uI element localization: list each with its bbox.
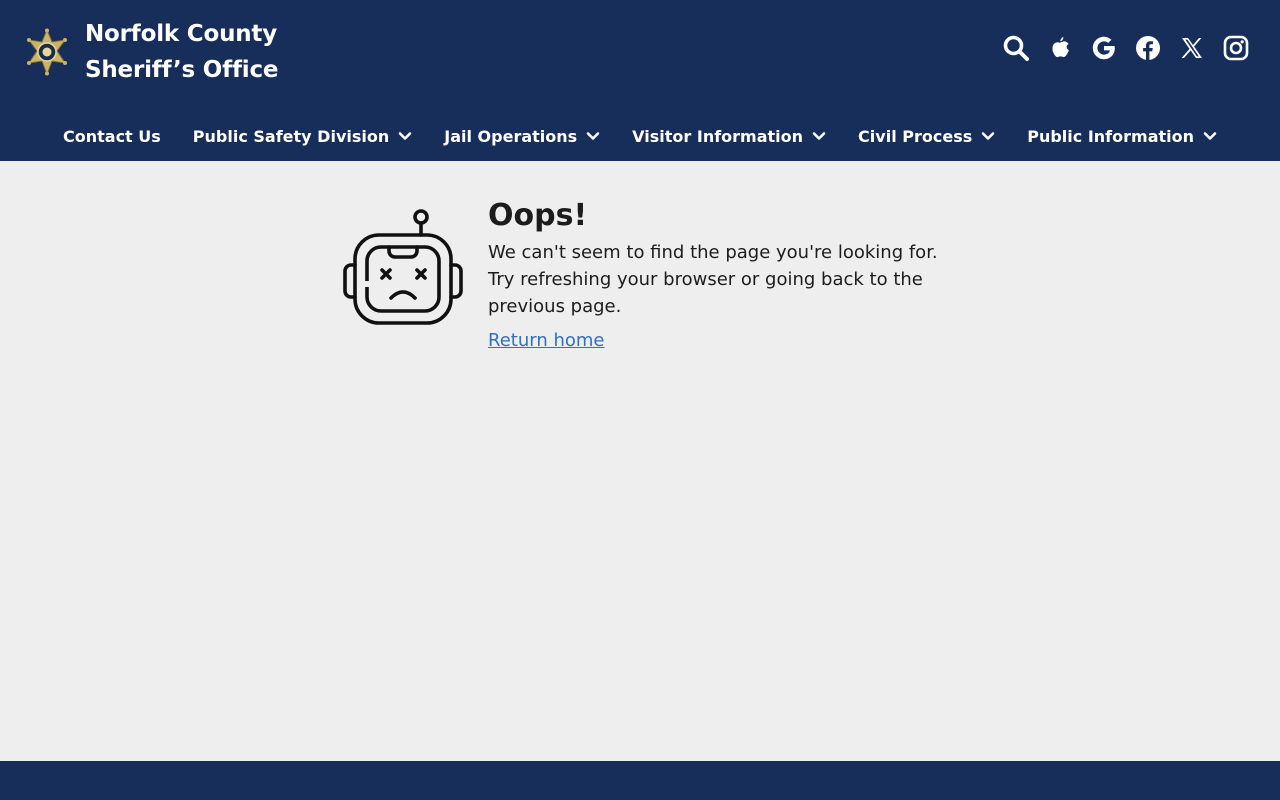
site-header: Norfolk County Sheriff’s Office Contact … <box>0 0 1280 161</box>
nav-item-label: Civil Process <box>858 126 973 146</box>
error-title: Oops! <box>488 198 588 233</box>
main-nav: Contact Us Public Safety Division Jail O… <box>0 118 1280 154</box>
x-twitter-icon <box>1181 38 1202 58</box>
instagram-icon <box>1223 35 1249 61</box>
return-home-link[interactable]: Return home <box>488 328 604 354</box>
error-message: Oops! We can't seem to find the page you… <box>488 197 958 354</box>
site-title: Norfolk County Sheriff’s Office <box>85 16 278 88</box>
brand-home-link[interactable]: Norfolk County Sheriff’s Office <box>25 16 278 88</box>
search-button[interactable] <box>1002 34 1030 62</box>
sad-robot-icon <box>343 209 463 325</box>
nav-item-jail-operations[interactable]: Jail Operations <box>428 127 616 146</box>
facebook-link[interactable] <box>1134 34 1162 62</box>
error-description: We can't seem to find the page you're lo… <box>488 242 938 317</box>
google-link[interactable] <box>1090 34 1118 62</box>
chevron-down-icon <box>812 132 826 140</box>
nav-item-public-safety-division[interactable]: Public Safety Division <box>177 127 428 146</box>
search-icon <box>1003 35 1029 61</box>
site-title-line1: Norfolk County <box>85 21 278 47</box>
nav-item-public-information[interactable]: Public Information <box>1011 127 1233 146</box>
nav-item-label: Contact Us <box>63 126 161 146</box>
nav-item-label: Jail Operations <box>444 126 578 146</box>
site-footer <box>0 761 1280 800</box>
nav-item-label: Public Safety Division <box>192 126 390 146</box>
main-content: Oops! We can't seem to find the page you… <box>0 161 1280 761</box>
apple-icon <box>1052 37 1069 58</box>
nav-item-label: Visitor Information <box>632 126 804 146</box>
sheriff-star-badge-icon <box>27 28 67 76</box>
chevron-down-icon <box>586 132 600 140</box>
facebook-icon <box>1136 36 1160 60</box>
x-twitter-link[interactable] <box>1178 34 1206 62</box>
chevron-down-icon <box>398 132 412 140</box>
apple-link[interactable] <box>1046 34 1074 62</box>
google-icon <box>1092 36 1115 60</box>
instagram-link[interactable] <box>1222 34 1250 62</box>
nav-item-civil-process[interactable]: Civil Process <box>842 127 1011 146</box>
nav-item-visitor-information[interactable]: Visitor Information <box>616 127 842 146</box>
chevron-down-icon <box>1203 132 1217 140</box>
nav-item-contact-us[interactable]: Contact Us <box>47 127 177 146</box>
header-icon-bar <box>986 34 1250 62</box>
site-title-line2: Sheriff’s Office <box>85 57 279 83</box>
nav-item-label: Public Information <box>1027 126 1194 146</box>
chevron-down-icon <box>981 132 995 140</box>
